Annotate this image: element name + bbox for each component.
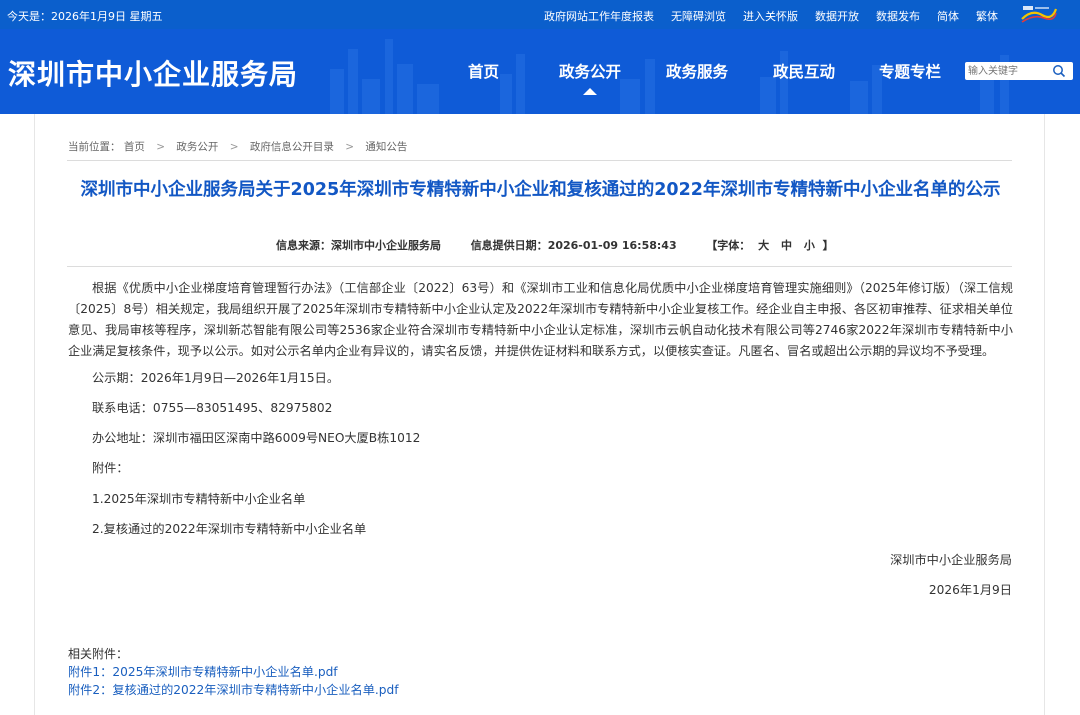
attachment-item: 2.复核通过的2022年深圳市专精特新中小企业名单 bbox=[92, 522, 367, 536]
date-label: 信息提供日期： bbox=[470, 239, 548, 252]
office-address: 办公地址：深圳市福田区深南中路6009号NEO大厦B栋1012 bbox=[92, 431, 421, 445]
traditional-chinese-link[interactable]: 繁体 bbox=[976, 8, 998, 24]
attachment-item: 1.2025年深圳市专精特新中小企业名单 bbox=[92, 492, 306, 506]
article-title: 深圳市中小企业服务局关于2025年深圳市专精特新中小企业和复核通过的2022年深… bbox=[80, 180, 1001, 200]
divider bbox=[67, 160, 1012, 161]
data-release-link[interactable]: 数据发布 bbox=[876, 8, 920, 24]
breadcrumb-label: 当前位置： bbox=[68, 141, 121, 153]
search-box bbox=[965, 62, 1073, 80]
nav-gov-affairs[interactable]: 政务公开 bbox=[559, 60, 621, 82]
signature-date: 2026年1月9日 bbox=[928, 583, 1012, 597]
search-input[interactable] bbox=[967, 63, 1050, 79]
font-size-small[interactable]: 小 bbox=[804, 239, 815, 252]
article-meta: 信息来源：深圳市中小企业服务局 信息提供日期：2026-01-09 16:58:… bbox=[276, 237, 834, 253]
attachment-link[interactable]: 附件1：2025年深圳市专精特新中小企业名单.pdf bbox=[68, 662, 338, 680]
search-icon[interactable] bbox=[1052, 64, 1066, 78]
site-header: 深圳市中小企业服务局 首页 政务公开 政务服务 政民互动 专题专栏 bbox=[0, 29, 1080, 114]
source-value: 深圳市中小企业服务局 bbox=[331, 239, 441, 252]
care-mode-link[interactable]: 进入关怀版 bbox=[743, 8, 798, 24]
shenzhen-logo-icon[interactable] bbox=[1020, 3, 1058, 25]
nav-gov-services[interactable]: 政务服务 bbox=[666, 60, 728, 82]
attachment-link[interactable]: 附件2：复核通过的2022年深圳市专精特新中小企业名单.pdf bbox=[68, 680, 399, 698]
simplified-chinese-link[interactable]: 简体 bbox=[937, 8, 959, 24]
accessibility-link[interactable]: 无障碍浏览 bbox=[671, 8, 726, 24]
chevron-right-icon: > bbox=[229, 141, 239, 153]
current-date: 今天是：2026年1月9日 星期五 bbox=[7, 10, 163, 23]
breadcrumb-gov-affairs[interactable]: 政务公开 bbox=[176, 141, 218, 153]
nav-special-topics[interactable]: 专题专栏 bbox=[879, 60, 941, 82]
annual-report-link[interactable]: 政府网站工作年度报表 bbox=[544, 8, 654, 24]
contact-phone: 联系电话：0755—83051495、82975802 bbox=[92, 401, 333, 415]
breadcrumb-home[interactable]: 首页 bbox=[124, 141, 145, 153]
article-body-paragraph: 根据《优质中小企业梯度培育管理暂行办法》（工信部企业〔2022〕63号）和《深圳… bbox=[68, 281, 1013, 358]
breadcrumb: 当前位置： 首页 > 政务公开 > 政府信息公开目录 > 通知公告 bbox=[68, 139, 407, 154]
top-bar: 今天是：2026年1月9日 星期五 政府网站工作年度报表 无障碍浏览 进入关怀版… bbox=[0, 0, 1080, 29]
font-size-medium[interactable]: 中 bbox=[781, 239, 792, 252]
active-nav-indicator bbox=[583, 88, 597, 95]
publish-date: 2026-01-09 16:58:43 bbox=[547, 239, 677, 252]
related-attachments-label: 相关附件： bbox=[68, 647, 129, 661]
nav-interaction[interactable]: 政民互动 bbox=[773, 60, 835, 82]
right-border bbox=[1044, 114, 1045, 715]
breadcrumb-info-catalog[interactable]: 政府信息公开目录 bbox=[250, 141, 334, 153]
nav-home[interactable]: 首页 bbox=[468, 60, 499, 82]
site-title[interactable]: 深圳市中小企业服务局 bbox=[8, 53, 298, 93]
chevron-right-icon: > bbox=[345, 141, 354, 153]
breadcrumb-notices[interactable]: 通知公告 bbox=[365, 141, 407, 153]
chevron-right-icon: > bbox=[156, 141, 165, 153]
open-data-link[interactable]: 数据开放 bbox=[815, 8, 859, 24]
font-size-label: 【字体： bbox=[706, 239, 751, 252]
left-border bbox=[34, 114, 35, 715]
source-label: 信息来源： bbox=[276, 239, 331, 252]
font-size-close: 】 bbox=[822, 239, 834, 252]
divider bbox=[67, 266, 1012, 267]
publicity-period: 公示期：2026年1月9日—2026年1月15日。 bbox=[92, 371, 340, 385]
attachments-label: 附件： bbox=[92, 461, 129, 475]
top-links: 政府网站工作年度报表 无障碍浏览 进入关怀版 数据开放 数据发布 简体 繁体 bbox=[527, 8, 998, 24]
font-size-large[interactable]: 大 bbox=[758, 239, 769, 252]
signature: 深圳市中小企业服务局 bbox=[890, 553, 1012, 567]
